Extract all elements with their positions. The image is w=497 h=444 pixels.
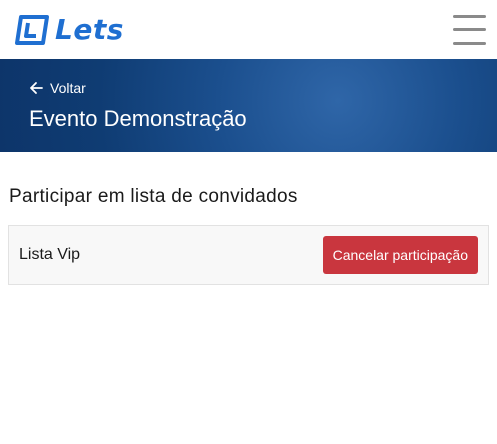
top-navbar: Lets (0, 0, 497, 59)
cancel-participation-button[interactable]: Cancelar participação (322, 236, 478, 274)
lets-logo-icon (15, 14, 49, 45)
section-title: Participar em lista de convidados (9, 186, 298, 207)
event-title: Evento Demonstração (29, 106, 247, 131)
event-hero-banner: Voltar Evento Demonstração (0, 59, 497, 152)
back-link-label: Voltar (50, 80, 86, 96)
guest-list-item: Lista Vip Cancelar participação (8, 225, 489, 285)
hamburger-menu-icon[interactable] (453, 14, 487, 45)
lets-logo[interactable]: Lets (15, 12, 124, 46)
back-link[interactable]: Voltar (29, 80, 86, 96)
logo-text: Lets (55, 12, 124, 46)
guest-list-name: Lista Vip (19, 246, 81, 263)
main-content: Participar em lista de convidados Lista … (0, 152, 497, 285)
arrow-left-icon (30, 82, 43, 94)
